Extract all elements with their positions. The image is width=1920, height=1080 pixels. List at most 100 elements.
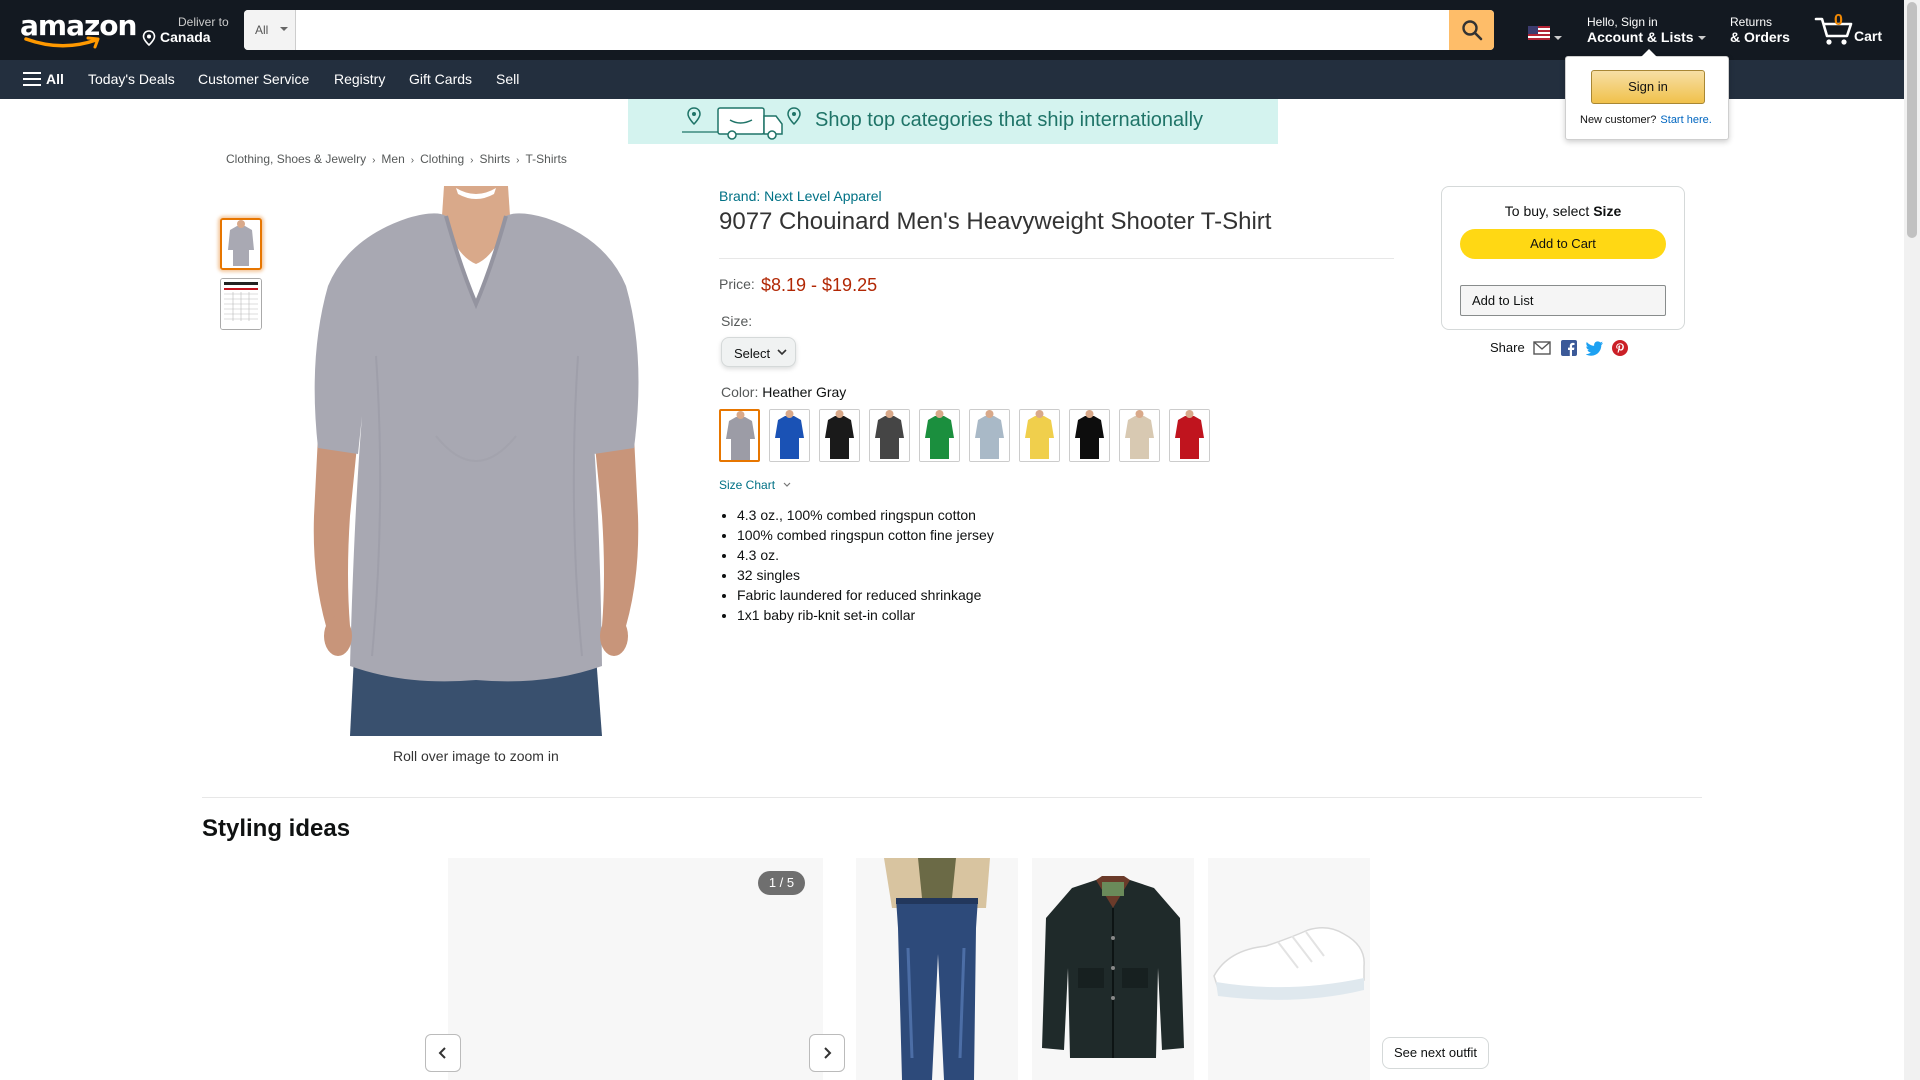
product-title: 9077 Chouinard Men's Heavyweight Shooter… — [719, 208, 1272, 235]
cart-button[interactable]: 0 Cart — [1812, 10, 1902, 50]
jeans-image — [856, 858, 1018, 1080]
feature-bullet: 1x1 baby rib-knit set-in collar — [737, 605, 994, 625]
search-input[interactable] — [297, 10, 1427, 50]
tshirt-swatch-image — [820, 410, 859, 461]
search-button[interactable] — [1449, 10, 1494, 50]
outfit-counter: 1 / 5 — [758, 871, 805, 895]
tshirt-swatch-image — [770, 410, 809, 461]
feature-bullets: 4.3 oz., 100% combed ringspun cotton 100… — [737, 505, 994, 625]
account-greeting: Hello, Sign in — [1587, 15, 1658, 29]
feature-bullet: 4.3 oz., 100% combed ringspun cotton — [737, 505, 994, 525]
color-swatch[interactable] — [1019, 409, 1060, 462]
smile-arrow-icon — [24, 36, 100, 49]
to-buy-instruction: To buy, select Size — [1504, 203, 1622, 219]
color-swatch[interactable] — [769, 409, 810, 462]
nav-registry[interactable]: Registry — [334, 71, 385, 87]
deliver-to[interactable]: Deliver to Canada — [142, 15, 229, 46]
all-menu-label: All — [46, 71, 64, 87]
nav-gift-cards[interactable]: Gift Cards — [409, 71, 472, 87]
outfit-item-sneakers[interactable] — [1208, 858, 1370, 1080]
breadcrumb-item[interactable]: Clothing, Shoes & Jewelry — [226, 152, 366, 166]
new-customer-line: New customer? Start here. — [1580, 114, 1712, 126]
signin-flyout: Sign in New customer? Start here. — [1565, 49, 1729, 140]
search-icon — [1461, 20, 1482, 41]
chevron-left-icon — [438, 1047, 446, 1059]
color-swatch[interactable] — [719, 409, 760, 462]
brand-link[interactable]: Brand: Next Level Apparel — [719, 188, 882, 204]
color-swatch[interactable] — [1069, 409, 1110, 462]
breadcrumb-item[interactable]: Shirts — [479, 152, 510, 166]
amazon-logo[interactable]: amazon — [20, 12, 137, 49]
color-swatch[interactable] — [869, 409, 910, 462]
scrollbar-thumb[interactable] — [1907, 2, 1917, 238]
start-here-link[interactable]: Start here. — [1660, 114, 1711, 126]
zoom-hint-text: Roll over image to zoom in — [393, 748, 559, 764]
breadcrumb: Clothing, Shoes & Jewelry › Men › Clothing › S… — [226, 152, 567, 166]
signin-button[interactable]: Sign in — [1591, 70, 1705, 104]
color-swatch[interactable] — [819, 409, 860, 462]
nav-belt: amazon Deliver to Canada All Hello, Sign… — [0, 0, 1904, 60]
size-chart-thumb-image — [221, 279, 261, 329]
returns-orders[interactable]: Returns & Orders — [1730, 15, 1790, 45]
next-outfit-button[interactable] — [809, 1034, 845, 1072]
cart-count: 0 — [1834, 12, 1843, 29]
email-icon[interactable] — [1533, 341, 1551, 355]
color-swatch[interactable] — [969, 409, 1010, 462]
nav-sell[interactable]: Sell — [496, 71, 519, 87]
chevron-down-icon — [783, 482, 791, 487]
size-chart-link[interactable]: Size Chart — [719, 478, 792, 492]
chevron-right-icon: › — [470, 155, 474, 166]
tshirt-swatch-image — [1120, 410, 1159, 461]
chevron-down-icon — [777, 349, 787, 356]
twitter-icon[interactable] — [1586, 341, 1604, 356]
color-swatch[interactable] — [1169, 409, 1210, 462]
search-category-select[interactable]: All — [244, 10, 296, 50]
outfit-item-jacket[interactable] — [1032, 858, 1194, 1080]
facebook-icon[interactable] — [1561, 340, 1577, 356]
us-flag-icon[interactable] — [1528, 26, 1550, 40]
main-product-image[interactable] — [296, 186, 656, 736]
account-lists[interactable]: Hello, Sign in Account & Lists — [1587, 15, 1706, 45]
color-value: Heather Gray — [762, 384, 847, 400]
search-category-label: All — [255, 23, 269, 37]
chevron-down-icon — [280, 27, 288, 31]
breadcrumb-item[interactable]: Men — [381, 152, 404, 166]
page-scrollbar[interactable] — [1904, 0, 1920, 1080]
outfit-item-jeans[interactable] — [856, 858, 1018, 1080]
banner-text: Shop top categories that ship internatio… — [815, 109, 1204, 131]
delivery-truck-icon — [682, 107, 801, 140]
see-next-outfit-button[interactable]: See next outfit — [1382, 1037, 1489, 1069]
price-label: Price: — [719, 276, 755, 292]
heather-gray-tshirt-image — [296, 186, 656, 736]
tshirt-swatch-image — [970, 410, 1009, 461]
breadcrumb-item[interactable]: Clothing — [420, 152, 464, 166]
deliver-label: Deliver to — [178, 15, 229, 29]
chevron-down-icon — [1697, 36, 1706, 41]
tshirt-swatch-image — [721, 411, 758, 460]
share-label: Share — [1490, 340, 1525, 355]
tshirt-swatch-image — [870, 410, 909, 461]
breadcrumb-item[interactable]: T-Shirts — [526, 152, 567, 166]
color-swatch[interactable] — [1119, 409, 1160, 462]
all-menu-button[interactable]: All — [23, 71, 64, 87]
shipping-banner[interactable]: Shop top categories that ship internatio… — [628, 99, 1278, 144]
price-range: $8.19 - $19.25 — [761, 275, 878, 295]
hamburger-icon — [23, 72, 41, 86]
nav-customer-service[interactable]: Customer Service — [198, 71, 309, 87]
size-label: Size: — [721, 313, 753, 329]
add-to-cart-button[interactable]: Add to Cart — [1460, 229, 1666, 259]
account-label: Account & Lists — [1587, 29, 1694, 45]
tshirt-swatch-image — [920, 410, 959, 461]
jacket-image — [1032, 858, 1194, 1080]
size-select-value: Select — [734, 346, 771, 361]
pinterest-icon[interactable] — [1612, 340, 1628, 356]
color-swatch[interactable] — [919, 409, 960, 462]
previous-outfit-button[interactable] — [425, 1034, 461, 1072]
nav-todays-deals[interactable]: Today's Deals — [88, 71, 175, 87]
image-thumbnail-2[interactable] — [220, 278, 262, 330]
add-to-list-button[interactable]: Add to List — [1460, 285, 1666, 316]
page: amazon Deliver to Canada All Hello, Sign… — [0, 0, 1920, 1080]
image-thumbnail-1[interactable] — [220, 218, 262, 270]
buy-box: To buy, select Size Add to Cart Add to L… — [1441, 186, 1685, 330]
size-select[interactable]: Select — [721, 337, 796, 367]
